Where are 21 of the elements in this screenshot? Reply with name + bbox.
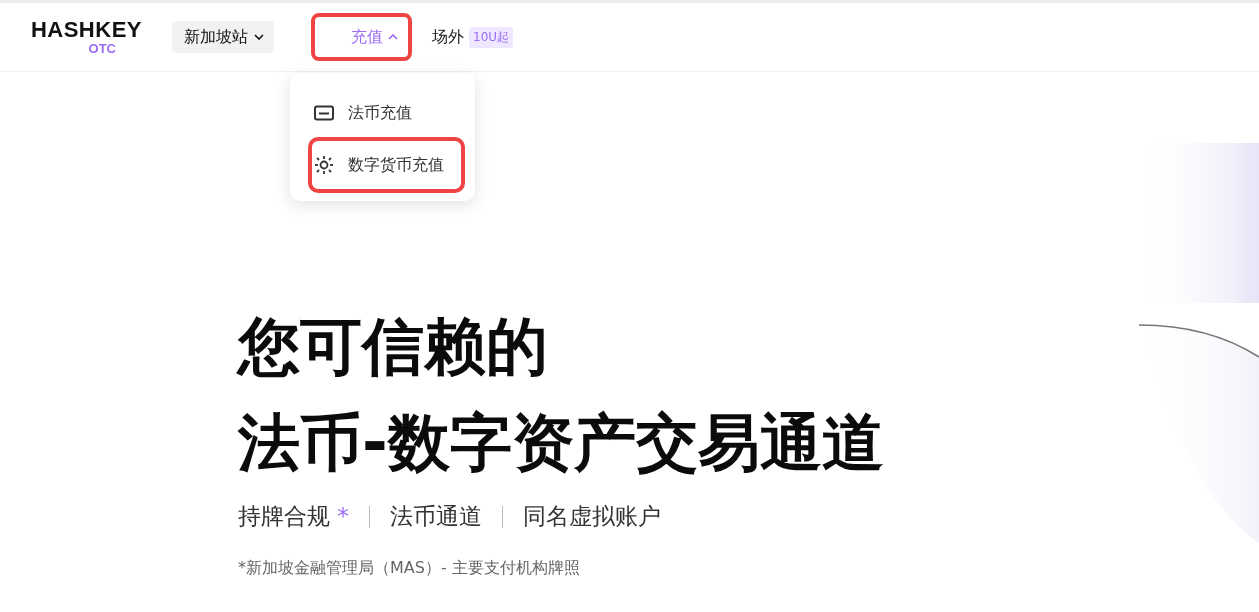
nav-item[interactable]: 场外 10U起: [432, 15, 514, 59]
menu-item-label: 法币充值: [348, 102, 412, 124]
footnote: *新加坡金融管理局（MAS）- 主要支付机构牌照: [238, 558, 581, 579]
chevron-down-icon: [254, 34, 264, 40]
logo-subtitle: OTC: [88, 42, 116, 56]
menu-item[interactable]: 法币充值: [310, 87, 463, 139]
feature-label: 持牌合规 *: [238, 502, 349, 531]
promo-badge: 10U起: [469, 26, 514, 48]
nav-item[interactable]: 充值: [313, 15, 410, 59]
hero-title: 您可信赖的: [238, 309, 549, 385]
region-selector[interactable]: 新加坡站: [172, 21, 274, 53]
logo[interactable]: HASHKEY OTC: [20, 18, 142, 56]
coin-icon: [314, 155, 334, 175]
feature-label: 同名虚拟账户: [522, 502, 661, 531]
feature-label: 法币通道: [389, 502, 482, 531]
logo-text: HASHKEY: [30, 18, 142, 42]
hero-title: 法币-数字资产交易通道: [238, 405, 884, 481]
card-icon: [314, 105, 334, 121]
menu-item[interactable]: 数字货币充值: [310, 139, 463, 191]
chevron-up-icon: [388, 34, 398, 40]
menu-item-label: 数字货币充值: [348, 154, 444, 176]
